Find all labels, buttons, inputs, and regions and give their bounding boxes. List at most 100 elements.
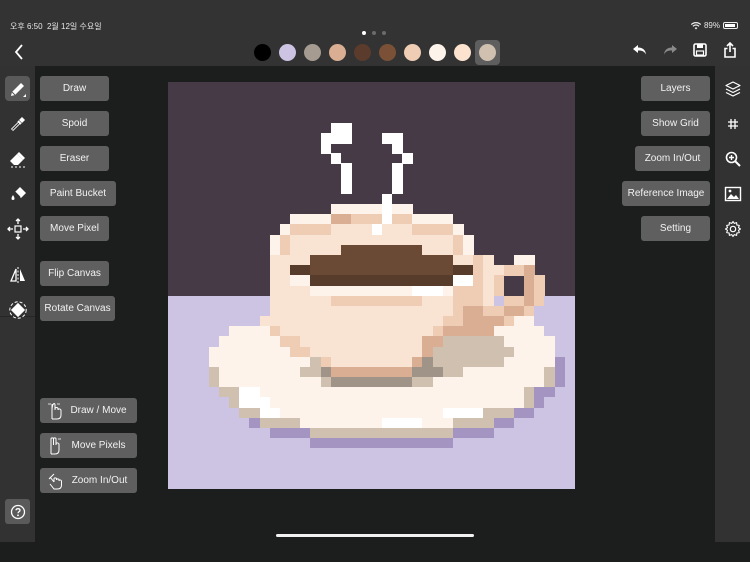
left-toolbar	[0, 66, 35, 542]
pixel-run	[290, 244, 342, 256]
pixel-run	[310, 265, 454, 276]
reference-image-tool[interactable]	[720, 181, 745, 206]
layers-button[interactable]: Layers	[641, 76, 710, 101]
pixel-run	[269, 234, 281, 246]
palette-swatch[interactable]	[375, 40, 400, 65]
palette-swatch[interactable]	[475, 40, 500, 65]
pixel-run	[259, 387, 525, 398]
palette-swatch[interactable]	[400, 40, 425, 65]
pixel-run	[168, 366, 210, 378]
pixel-run	[564, 366, 575, 378]
pixel-run	[269, 295, 332, 307]
one-finger-icon	[48, 402, 62, 419]
undo-button[interactable]	[632, 42, 648, 58]
pixel-run	[279, 407, 444, 419]
pixel-run	[432, 326, 444, 337]
pixel-run	[493, 295, 505, 307]
tool-flip-canvas[interactable]	[5, 262, 30, 287]
pixel-run	[524, 397, 535, 409]
pixel-run	[279, 234, 291, 246]
page-dot[interactable]	[362, 31, 366, 35]
tool-eraser[interactable]	[5, 146, 30, 171]
pixel-run	[483, 254, 495, 266]
pixel-run	[391, 163, 403, 175]
pixel-run	[259, 316, 444, 327]
move-pixel-button[interactable]: Move Pixel	[40, 216, 109, 241]
pixel-run	[269, 285, 311, 297]
pixel-run	[168, 326, 230, 337]
pixel-canvas[interactable]	[168, 82, 575, 489]
pixel-run	[422, 417, 454, 429]
pixel-run	[554, 387, 575, 398]
gesture-zoom-button[interactable]: Zoom In/Out	[40, 468, 137, 493]
flip-canvas-button[interactable]: Flip Canvas	[40, 261, 109, 286]
palette-swatch[interactable]	[300, 40, 325, 65]
pixel-run	[452, 244, 464, 256]
palette-swatch[interactable]	[250, 40, 275, 65]
gesture-zoom-label: Zoom In/Out	[71, 475, 128, 486]
pixel-run	[452, 305, 464, 317]
pixel-run	[452, 295, 484, 307]
page-dot[interactable]	[372, 31, 376, 35]
tool-rotate-canvas[interactable]	[5, 297, 30, 322]
pixel-run	[381, 214, 393, 225]
draw-button[interactable]: Draw	[40, 76, 109, 101]
home-indicator[interactable]	[276, 534, 474, 537]
share-button[interactable]	[722, 41, 738, 58]
pixel-run	[422, 346, 434, 358]
pixel-run	[534, 397, 545, 409]
page-indicator[interactable]	[362, 31, 386, 35]
palette-swatch[interactable]	[450, 40, 475, 65]
tool-move-pixel[interactable]	[5, 216, 30, 241]
save-button[interactable]	[692, 42, 708, 58]
color-swatch-3	[329, 44, 346, 61]
pixel-run	[463, 244, 474, 256]
zoom-button[interactable]: Zoom In/Out	[635, 146, 710, 171]
back-button[interactable]	[12, 42, 28, 62]
pixel-run	[463, 316, 505, 327]
layers-tool[interactable]	[720, 76, 745, 101]
palette-swatch[interactable]	[325, 40, 350, 65]
pixel-run	[168, 346, 210, 358]
pixel-run	[340, 173, 352, 185]
reference-image-button[interactable]: Reference Image	[622, 181, 710, 206]
spoid-button[interactable]: Spoid	[40, 111, 109, 136]
gesture-move-pixels-button[interactable]: Move Pixels	[40, 433, 137, 458]
settings-tool[interactable]	[720, 216, 745, 241]
pixel-run	[168, 458, 575, 470]
zoom-tool[interactable]	[720, 146, 745, 171]
paint-bucket-button[interactable]: Paint Bucket	[40, 181, 116, 206]
pixel-run	[452, 265, 474, 276]
palette-swatch[interactable]	[425, 40, 450, 65]
grid-tool[interactable]	[720, 111, 745, 136]
tool-paint-bucket[interactable]	[5, 181, 30, 206]
palette-swatch[interactable]	[275, 40, 300, 65]
pixel-run	[330, 295, 423, 307]
tool-spoid[interactable]	[5, 111, 30, 136]
pixel-run	[442, 316, 464, 327]
pixel-run	[422, 336, 444, 348]
pixel-run	[544, 366, 556, 378]
pixel-run	[493, 417, 515, 429]
pixel-run	[300, 417, 383, 429]
tool-draw[interactable]	[5, 76, 30, 101]
redo-button[interactable]	[662, 42, 678, 58]
pixel-run	[442, 336, 505, 348]
pixel-run	[330, 224, 372, 236]
show-grid-button[interactable]: Show Grid	[641, 111, 710, 136]
pixel-run	[524, 275, 535, 286]
page-dot[interactable]	[382, 31, 386, 35]
help-button[interactable]	[5, 499, 30, 524]
pixel-run	[483, 295, 495, 307]
gesture-draw-move-button[interactable]: Draw / Move	[40, 398, 137, 423]
setting-button[interactable]: Setting	[641, 216, 710, 241]
pixel-run	[524, 305, 535, 317]
pixel-run	[442, 366, 464, 378]
pixel-run	[534, 305, 575, 317]
rotate-canvas-button[interactable]: Rotate Canvas	[40, 296, 115, 321]
color-swatch-6	[404, 44, 421, 61]
pixel-run	[463, 305, 484, 317]
pinch-icon	[48, 473, 62, 489]
eraser-button[interactable]: Eraser	[40, 146, 109, 171]
palette-swatch[interactable]	[350, 40, 375, 65]
